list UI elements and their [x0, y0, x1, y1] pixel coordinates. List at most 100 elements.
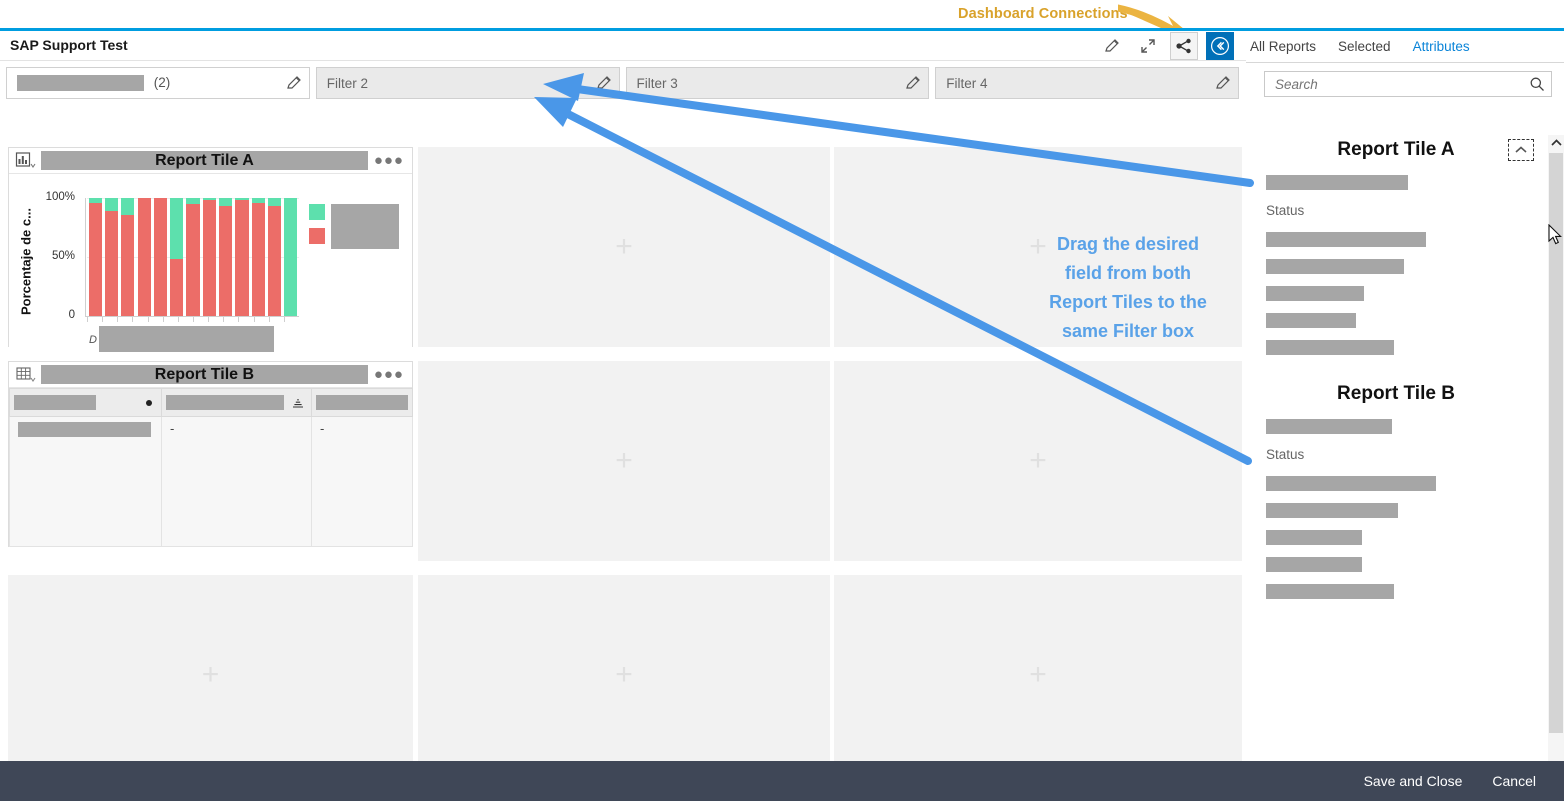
- tab-all-reports[interactable]: All Reports: [1250, 39, 1338, 54]
- attribute-item[interactable]: [1246, 470, 1546, 497]
- x-tick: [268, 316, 284, 322]
- edit-icon[interactable]: [285, 74, 303, 92]
- filter-3-label: Filter 3: [636, 75, 678, 91]
- bar-segment-green: [219, 198, 233, 207]
- empty-tile-r3c1[interactable]: +: [8, 575, 413, 775]
- redacted-text: [14, 394, 96, 410]
- bar-segment-red: [104, 210, 119, 316]
- chart-bar[interactable]: [120, 198, 136, 316]
- chart-bar[interactable]: [250, 198, 266, 316]
- attribute-item-status[interactable]: Status: [1246, 196, 1546, 226]
- attribute-item[interactable]: [1246, 169, 1546, 196]
- chart-bar[interactable]: [185, 198, 201, 316]
- chart-bar[interactable]: [103, 198, 119, 316]
- table-header-row: [9, 388, 413, 417]
- scroll-up-button[interactable]: [1548, 135, 1564, 151]
- collapse-panel-icon[interactable]: [1206, 32, 1234, 60]
- redacted-text: [1266, 286, 1364, 301]
- filter-bar: (2) Filter 2 Filter 3 Filter 4: [0, 63, 1243, 105]
- tab-attributes[interactable]: Attributes: [1413, 39, 1492, 54]
- tile-a-title-bg: Report Tile A: [41, 151, 368, 170]
- chart-bar[interactable]: [201, 198, 217, 316]
- bullet-icon: [146, 400, 152, 406]
- bar-segment-red: [186, 203, 200, 316]
- attribute-item-status[interactable]: Status: [1246, 440, 1546, 470]
- empty-tile-r2c2[interactable]: +: [418, 361, 830, 561]
- search-box[interactable]: [1264, 71, 1552, 97]
- empty-tile-r2c3[interactable]: +: [834, 361, 1242, 561]
- attribute-item[interactable]: [1246, 253, 1546, 280]
- plus-icon: +: [615, 444, 633, 477]
- filter-2-label: Filter 2: [326, 75, 369, 91]
- redacted-text: [1266, 232, 1426, 247]
- empty-tile-r3c3[interactable]: +: [834, 575, 1242, 775]
- x-tick: [283, 316, 299, 322]
- attribute-item[interactable]: [1246, 226, 1546, 253]
- redacted-text: [1266, 503, 1398, 518]
- attribute-item[interactable]: [1246, 413, 1546, 440]
- edit-icon[interactable]: [595, 74, 613, 92]
- tile-b-more-button[interactable]: ●●●: [372, 366, 406, 383]
- chart-y-axis-title: Porcentaje de c...: [18, 208, 34, 316]
- filter-box-3[interactable]: Filter 3: [625, 67, 930, 99]
- redacted-text: [1266, 419, 1392, 434]
- redacted-text: [1266, 175, 1408, 190]
- bar-segment-red: [268, 206, 282, 316]
- attribute-item[interactable]: [1246, 334, 1546, 361]
- tile-b-title: Report Tile B: [154, 365, 255, 383]
- attribute-item[interactable]: [1246, 551, 1546, 578]
- chart-bar[interactable]: [136, 198, 152, 316]
- tile-b-table: - -: [9, 388, 413, 547]
- attribute-item[interactable]: [1246, 524, 1546, 551]
- chart-bar[interactable]: [87, 198, 103, 316]
- expand-icon[interactable]: [1134, 32, 1162, 60]
- attribute-item[interactable]: [1246, 280, 1546, 307]
- redacted-text: [1266, 259, 1404, 274]
- empty-tile-r1c2[interactable]: +: [418, 147, 830, 347]
- edit-icon[interactable]: [904, 74, 922, 92]
- chart-bar[interactable]: [234, 198, 250, 316]
- share-nodes-icon[interactable]: [1170, 32, 1198, 60]
- plus-icon: +: [1029, 658, 1047, 691]
- table-cell-1: [9, 416, 162, 547]
- tab-selected[interactable]: Selected: [1338, 39, 1413, 54]
- redacted-text: [1266, 584, 1394, 599]
- table-grid-icon[interactable]: [15, 365, 37, 385]
- chart-bar[interactable]: [169, 198, 185, 316]
- redacted-text: [166, 394, 284, 410]
- instruction-annotation: Drag the desired field from both Report …: [1018, 230, 1238, 346]
- mouse-cursor-icon: [1548, 224, 1562, 245]
- table-header-3[interactable]: [311, 388, 413, 417]
- cancel-button[interactable]: Cancel: [1492, 773, 1536, 789]
- instruction-line-4: same Filter box: [1061, 321, 1195, 341]
- chart-bar[interactable]: [266, 198, 282, 316]
- x-tick: [223, 316, 238, 322]
- edit-icon[interactable]: [1098, 32, 1126, 60]
- filter-box-4[interactable]: Filter 4: [935, 67, 1239, 99]
- chart-bar[interactable]: [283, 198, 299, 316]
- filter-box-2[interactable]: Filter 2: [315, 67, 620, 99]
- table-row[interactable]: - -: [9, 416, 413, 547]
- app-title: SAP Support Test: [10, 37, 128, 53]
- chart-y-axis: [85, 198, 86, 316]
- sort-icon[interactable]: [291, 396, 305, 410]
- tile-a-more-button[interactable]: ●●●: [372, 152, 406, 169]
- save-and-close-button[interactable]: Save and Close: [1364, 773, 1463, 789]
- report-tile-b[interactable]: Report Tile B ●●● - -: [8, 361, 413, 547]
- bar-chart-icon[interactable]: [15, 151, 37, 171]
- attribute-item[interactable]: [1246, 307, 1546, 334]
- x-tick: [238, 316, 253, 322]
- table-header-2[interactable]: [161, 388, 312, 417]
- search-input[interactable]: [1275, 76, 1529, 92]
- chart-bar[interactable]: [152, 198, 168, 316]
- table-header-1[interactable]: [9, 388, 162, 417]
- search-icon[interactable]: [1529, 76, 1545, 92]
- empty-tile-r3c2[interactable]: +: [418, 575, 830, 775]
- report-tile-a[interactable]: Report Tile A ●●● Porcentaje de c... 100…: [8, 147, 413, 352]
- app-window: SAP Support Test (2) Filter 2 Filter 3 F…: [0, 28, 1564, 801]
- attribute-item[interactable]: [1246, 497, 1546, 524]
- chart-bar[interactable]: [218, 198, 234, 316]
- filter-box-1[interactable]: (2): [6, 67, 310, 99]
- edit-icon[interactable]: [1214, 74, 1232, 92]
- attribute-item[interactable]: [1246, 578, 1546, 605]
